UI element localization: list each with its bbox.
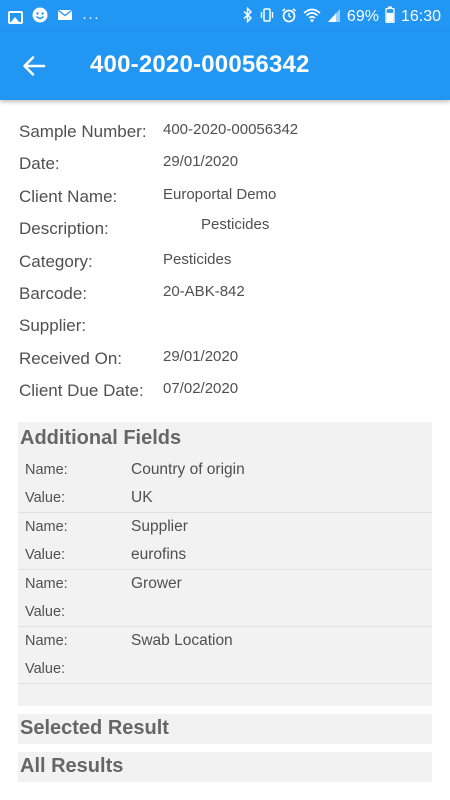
app-bar: 400-2020-00056342 (0, 32, 450, 100)
field-group: Name: Swab Location Value: (18, 627, 432, 684)
additional-fields-section: Additional Fields Name: Country of origi… (18, 422, 432, 706)
more-dots-icon: ··· (82, 8, 100, 26)
detail-value: Pesticides (163, 250, 232, 268)
all-results-section[interactable]: All Results (18, 752, 432, 782)
detail-label: Sample Number: (19, 122, 147, 141)
field-value-value: eurofins (131, 546, 187, 563)
field-value-label: Value: (25, 490, 66, 506)
vibrate-icon (259, 7, 275, 28)
battery-icon (385, 6, 395, 28)
field-name-row: Name: Supplier (18, 513, 432, 541)
field-name-value: Grower (131, 575, 182, 592)
detail-label: Client Name: (19, 186, 118, 206)
detail-value: 29/01/2020 (163, 153, 239, 171)
sample-details: Sample Number: 400-2020-00056342 Date: 2… (19, 118, 439, 410)
detail-label: Supplier: (19, 316, 87, 336)
field-name-label: Name: (25, 633, 68, 649)
detail-label: Client Due Date: (19, 381, 144, 401)
detail-row-supplier: Supplier: (19, 312, 439, 344)
face-icon (32, 7, 48, 28)
field-name-label: Name: (25, 519, 68, 535)
detail-row-barcode: Barcode: 20-ABK-842 (19, 280, 439, 312)
field-name-label: Name: (25, 576, 68, 592)
detail-row-date: Date: 29/01/2020 (19, 150, 439, 182)
field-name-row: Name: Country of origin (18, 456, 432, 484)
mail-icon (57, 7, 73, 28)
field-value-label: Value: (25, 661, 66, 677)
field-name-row: Name: Swab Location (18, 627, 432, 655)
field-name-row: Name: Grower (18, 570, 432, 598)
detail-row-category: Category: Pesticides (19, 248, 439, 280)
detail-row-client-name: Client Name: Europortal Demo (19, 183, 439, 215)
detail-value: 20-ABK-842 (163, 282, 245, 300)
page-title: 400-2020-00056342 (90, 51, 310, 78)
detail-row-received-on: Received On: 29/01/2020 (19, 345, 439, 377)
field-name-label: Name: (25, 462, 68, 478)
signal-icon (327, 7, 341, 28)
field-value-row: Value: UK (18, 484, 432, 512)
alarm-icon (281, 7, 297, 28)
detail-label: Date: (19, 154, 60, 174)
detail-row-description: Description: Pesticides (19, 215, 439, 247)
field-value-label: Value: (25, 547, 66, 563)
detail-row-client-due-date: Client Due Date: 07/02/2020 (19, 377, 439, 409)
detail-label: Description: (19, 219, 109, 239)
detail-row-sample-number: Sample Number: 400-2020-00056342 (19, 118, 439, 150)
field-value-row: Value: eurofins (18, 541, 432, 569)
detail-value: Pesticides (201, 216, 270, 234)
detail-label: Received On: (19, 348, 122, 368)
detail-label: Barcode: (19, 283, 88, 303)
detail-value: 29/01/2020 (163, 347, 239, 365)
detail-value: 07/02/2020 (163, 380, 239, 398)
field-group: Name: Country of origin Value: UK (18, 456, 432, 513)
field-value-value: UK (131, 489, 153, 506)
clock-time: 16:30 (400, 8, 441, 25)
battery-percent: 69% (346, 8, 379, 25)
detail-label: Category: (19, 251, 93, 271)
detail-value: Europortal Demo (163, 185, 277, 203)
arrow-back-icon (18, 56, 50, 86)
field-name-value: Swab Location (131, 632, 233, 649)
detail-value: 400-2020-00056342 (163, 121, 299, 138)
selected-result-section[interactable]: Selected Result (18, 714, 432, 744)
selected-result-title: Selected Result (20, 717, 169, 739)
wifi-icon (303, 7, 321, 28)
bluetooth-icon (243, 6, 253, 28)
image-icon (8, 11, 23, 24)
field-name-value: Supplier (131, 518, 188, 535)
field-group: Name: Supplier Value: eurofins (18, 513, 432, 570)
additional-fields-title: Additional Fields (20, 427, 182, 449)
field-value-row: Value: (18, 655, 432, 683)
field-value-label: Value: (25, 604, 66, 620)
status-bar: ··· 69% 16:30 (0, 0, 450, 32)
field-value-row: Value: (18, 598, 432, 626)
all-results-title: All Results (20, 755, 124, 777)
field-group: Name: Grower Value: (18, 570, 432, 627)
back-button[interactable] (18, 50, 50, 82)
field-name-value: Country of origin (131, 461, 245, 478)
